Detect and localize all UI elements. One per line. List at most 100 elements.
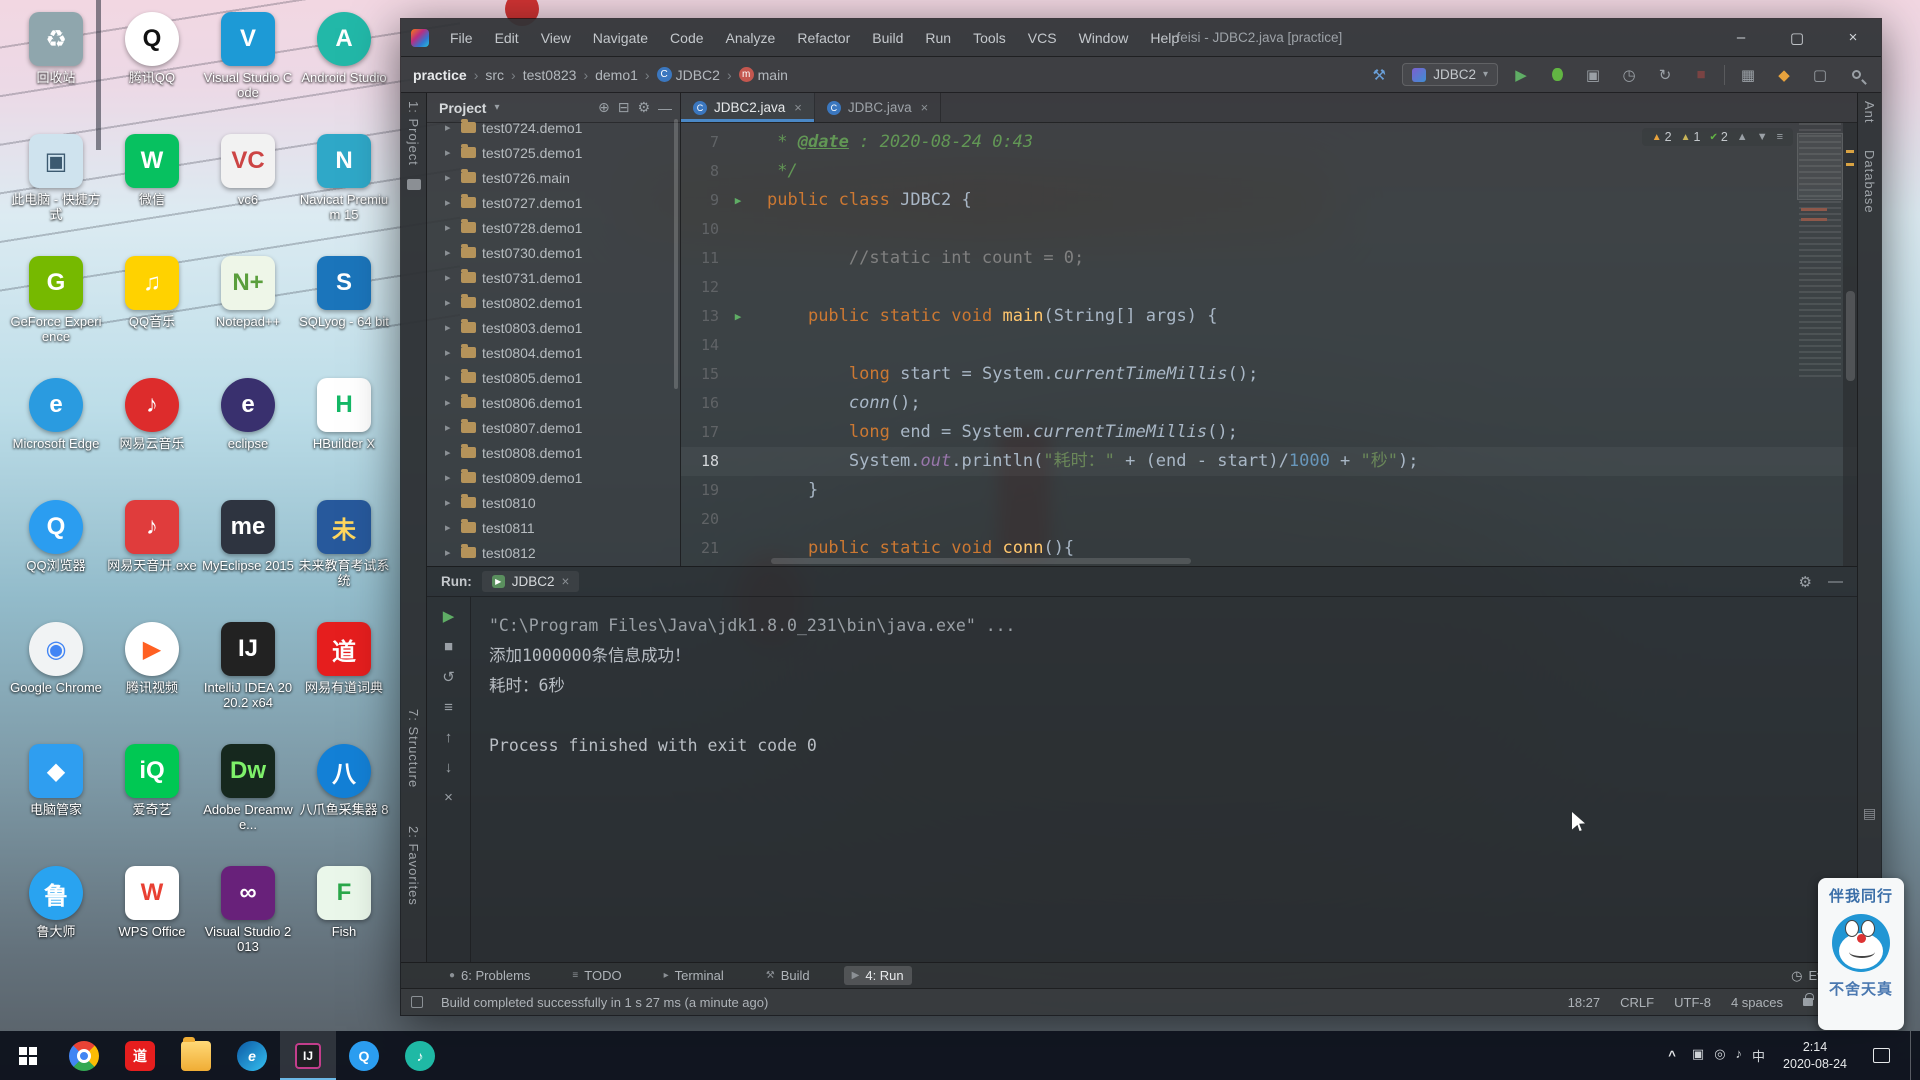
- tool-button-ant[interactable]: Ant: [1862, 101, 1877, 124]
- tool-button-1-project[interactable]: 1: Project: [406, 101, 421, 166]
- expand-chevron-icon[interactable]: ▸: [445, 471, 455, 484]
- maximize-button[interactable]: ▢: [1769, 19, 1825, 56]
- inspections-menu-icon[interactable]: ≡: [1777, 131, 1783, 143]
- breadcrumb-item[interactable]: practice: [413, 67, 467, 83]
- desktop-icon[interactable]: eMicrosoft Edge: [8, 372, 104, 494]
- close-icon[interactable]: ×: [562, 574, 570, 589]
- project-tree-item[interactable]: ▸test0730.demo1: [427, 240, 680, 265]
- close-tab-icon[interactable]: ×: [921, 100, 929, 115]
- desktop-icon[interactable]: HHBuilder X: [296, 372, 392, 494]
- updates-icon[interactable]: ◆: [1771, 62, 1797, 88]
- menu-edit[interactable]: Edit: [486, 26, 528, 50]
- menu-file[interactable]: File: [441, 26, 482, 50]
- project-panel-title[interactable]: Project: [439, 100, 486, 116]
- editor-tab-jdbc-java[interactable]: CJDBC.java×: [815, 93, 941, 122]
- horizontal-scrollbar[interactable]: [771, 558, 1191, 564]
- coverage-button[interactable]: ▣: [1580, 62, 1606, 88]
- desktop-icon[interactable]: IJIntelliJ IDEA 2020.2 x64: [200, 616, 296, 738]
- desktop-icon[interactable]: ∞Visual Studio 2013: [200, 860, 296, 982]
- project-tree-item[interactable]: ▸test0810: [427, 490, 680, 515]
- expand-chevron-icon[interactable]: ▸: [445, 521, 455, 534]
- project-tree-item[interactable]: ▸test0808.demo1: [427, 440, 680, 465]
- volume-icon[interactable]: ♪: [1736, 1046, 1743, 1065]
- layers-tool-icon[interactable]: ▤: [1863, 805, 1876, 822]
- start-button[interactable]: [0, 1031, 56, 1080]
- indent-setting[interactable]: 4 spaces: [1731, 995, 1783, 1010]
- scroll-up-icon[interactable]: ↑: [445, 729, 453, 746]
- chevron-down-icon[interactable]: ▾: [494, 102, 499, 113]
- grid-icon[interactable]: ▦: [1735, 62, 1761, 88]
- rerun-app-button[interactable]: ↻: [1652, 62, 1678, 88]
- desktop-icon[interactable]: 鲁鲁大师: [8, 860, 104, 982]
- panel-settings-icon[interactable]: ⚙: [637, 99, 650, 116]
- project-tree-item[interactable]: ▸test0727.demo1: [427, 190, 680, 215]
- expand-chevron-icon[interactable]: ▸: [445, 196, 455, 209]
- taskbar-clock[interactable]: 2:14 2020-08-24: [1777, 1039, 1853, 1072]
- menu-run[interactable]: Run: [916, 26, 960, 50]
- tool-window-button-build[interactable]: ⚒Build: [758, 966, 818, 985]
- expand-chevron-icon[interactable]: ▸: [445, 446, 455, 459]
- tool-window-button-todo[interactable]: ≡TODO: [564, 966, 629, 985]
- code-minimap[interactable]: [1799, 123, 1841, 380]
- minimize-button[interactable]: –: [1713, 19, 1769, 56]
- inspection-badge[interactable]: ✔2: [1709, 130, 1727, 144]
- project-tree-item[interactable]: ▸test0802.demo1: [427, 290, 680, 315]
- editor-tab-jdbc2-java[interactable]: CJDBC2.java×: [681, 93, 815, 122]
- status-icon[interactable]: [411, 996, 423, 1008]
- breadcrumb-item[interactable]: CJDBC2: [657, 67, 720, 83]
- project-tree-item[interactable]: ▸test0731.demo1: [427, 265, 680, 290]
- expand-chevron-icon[interactable]: ▸: [445, 396, 455, 409]
- menu-view[interactable]: View: [532, 26, 580, 50]
- menu-build[interactable]: Build: [863, 26, 912, 50]
- project-tree-item[interactable]: ▸test0803.demo1: [427, 315, 680, 340]
- desktop-icon[interactable]: meMyEclipse 2015: [200, 494, 296, 616]
- next-problem-icon[interactable]: ▼: [1757, 131, 1768, 143]
- file-encoding[interactable]: UTF-8: [1674, 995, 1711, 1010]
- expand-chevron-icon[interactable]: ▸: [445, 171, 455, 184]
- desktop-icon[interactable]: 道网易有道词典: [296, 616, 392, 738]
- file-explorer-taskbar-icon[interactable]: [168, 1031, 224, 1080]
- desktop-icon[interactable]: Q腾讯QQ: [104, 6, 200, 128]
- expand-chevron-icon[interactable]: ▸: [445, 296, 455, 309]
- prev-problem-icon[interactable]: ▲: [1737, 131, 1748, 143]
- expand-chevron-icon[interactable]: ▸: [445, 546, 455, 559]
- hide-panel-icon[interactable]: —: [658, 100, 672, 116]
- run-tab[interactable]: ▶ JDBC2 ×: [482, 571, 580, 592]
- intellij-idea-taskbar-icon[interactable]: IJ: [280, 1031, 336, 1080]
- menu-vcs[interactable]: VCS: [1019, 26, 1066, 50]
- project-tree-item[interactable]: ▸test0724.demo1: [427, 115, 680, 140]
- layout-icon[interactable]: ▢: [1807, 62, 1833, 88]
- tool-button-7-structure[interactable]: 7: Structure: [406, 709, 421, 788]
- expand-chevron-icon[interactable]: ▸: [445, 221, 455, 234]
- breadcrumb-item[interactable]: src: [485, 67, 504, 83]
- line-separator[interactable]: CRLF: [1620, 995, 1654, 1010]
- restore-layout-icon[interactable]: ↺: [442, 668, 455, 686]
- tool-window-button-terminal[interactable]: ▸Terminal: [656, 966, 732, 985]
- music-app-taskbar-icon[interactable]: ♪: [392, 1031, 448, 1080]
- desktop-icon[interactable]: W微信: [104, 128, 200, 250]
- soft-wrap-icon[interactable]: ≡: [444, 699, 453, 716]
- inspection-badge[interactable]: ▲2: [1652, 130, 1672, 144]
- desktop-icon[interactable]: VCvc6: [200, 128, 296, 250]
- desktop-icon[interactable]: ♪网易天音开.exe: [104, 494, 200, 616]
- project-tree-item[interactable]: ▸test0728.demo1: [427, 215, 680, 240]
- caret-position[interactable]: 18:27: [1568, 995, 1601, 1010]
- tool-window-button-4-run[interactable]: ▶4: Run: [844, 966, 912, 985]
- tool-window-icon[interactable]: [407, 179, 421, 190]
- run-settings-icon[interactable]: ⚙: [1799, 573, 1812, 591]
- menu-code[interactable]: Code: [661, 26, 712, 50]
- scroll-down-icon[interactable]: ↓: [445, 759, 453, 776]
- tool-button-database[interactable]: Database: [1862, 150, 1877, 214]
- stop-button[interactable]: ■: [444, 638, 453, 655]
- run-line-gutter-icon[interactable]: ▶: [727, 302, 749, 331]
- hide-run-panel-icon[interactable]: —: [1828, 573, 1843, 591]
- build-hammer-icon[interactable]: ⚒: [1366, 62, 1392, 88]
- desktop-icon[interactable]: eeclipse: [200, 372, 296, 494]
- project-scrollbar[interactable]: [674, 119, 678, 389]
- desktop-icon[interactable]: GGeForce Experience: [8, 250, 104, 372]
- show-desktop-button[interactable]: [1910, 1031, 1916, 1080]
- desktop-icon[interactable]: ♻回收站: [8, 6, 104, 128]
- project-tree-item[interactable]: ▸test0807.demo1: [427, 415, 680, 440]
- edge-taskbar-icon[interactable]: e: [224, 1031, 280, 1080]
- desktop-icon[interactable]: ◆电脑管家: [8, 738, 104, 860]
